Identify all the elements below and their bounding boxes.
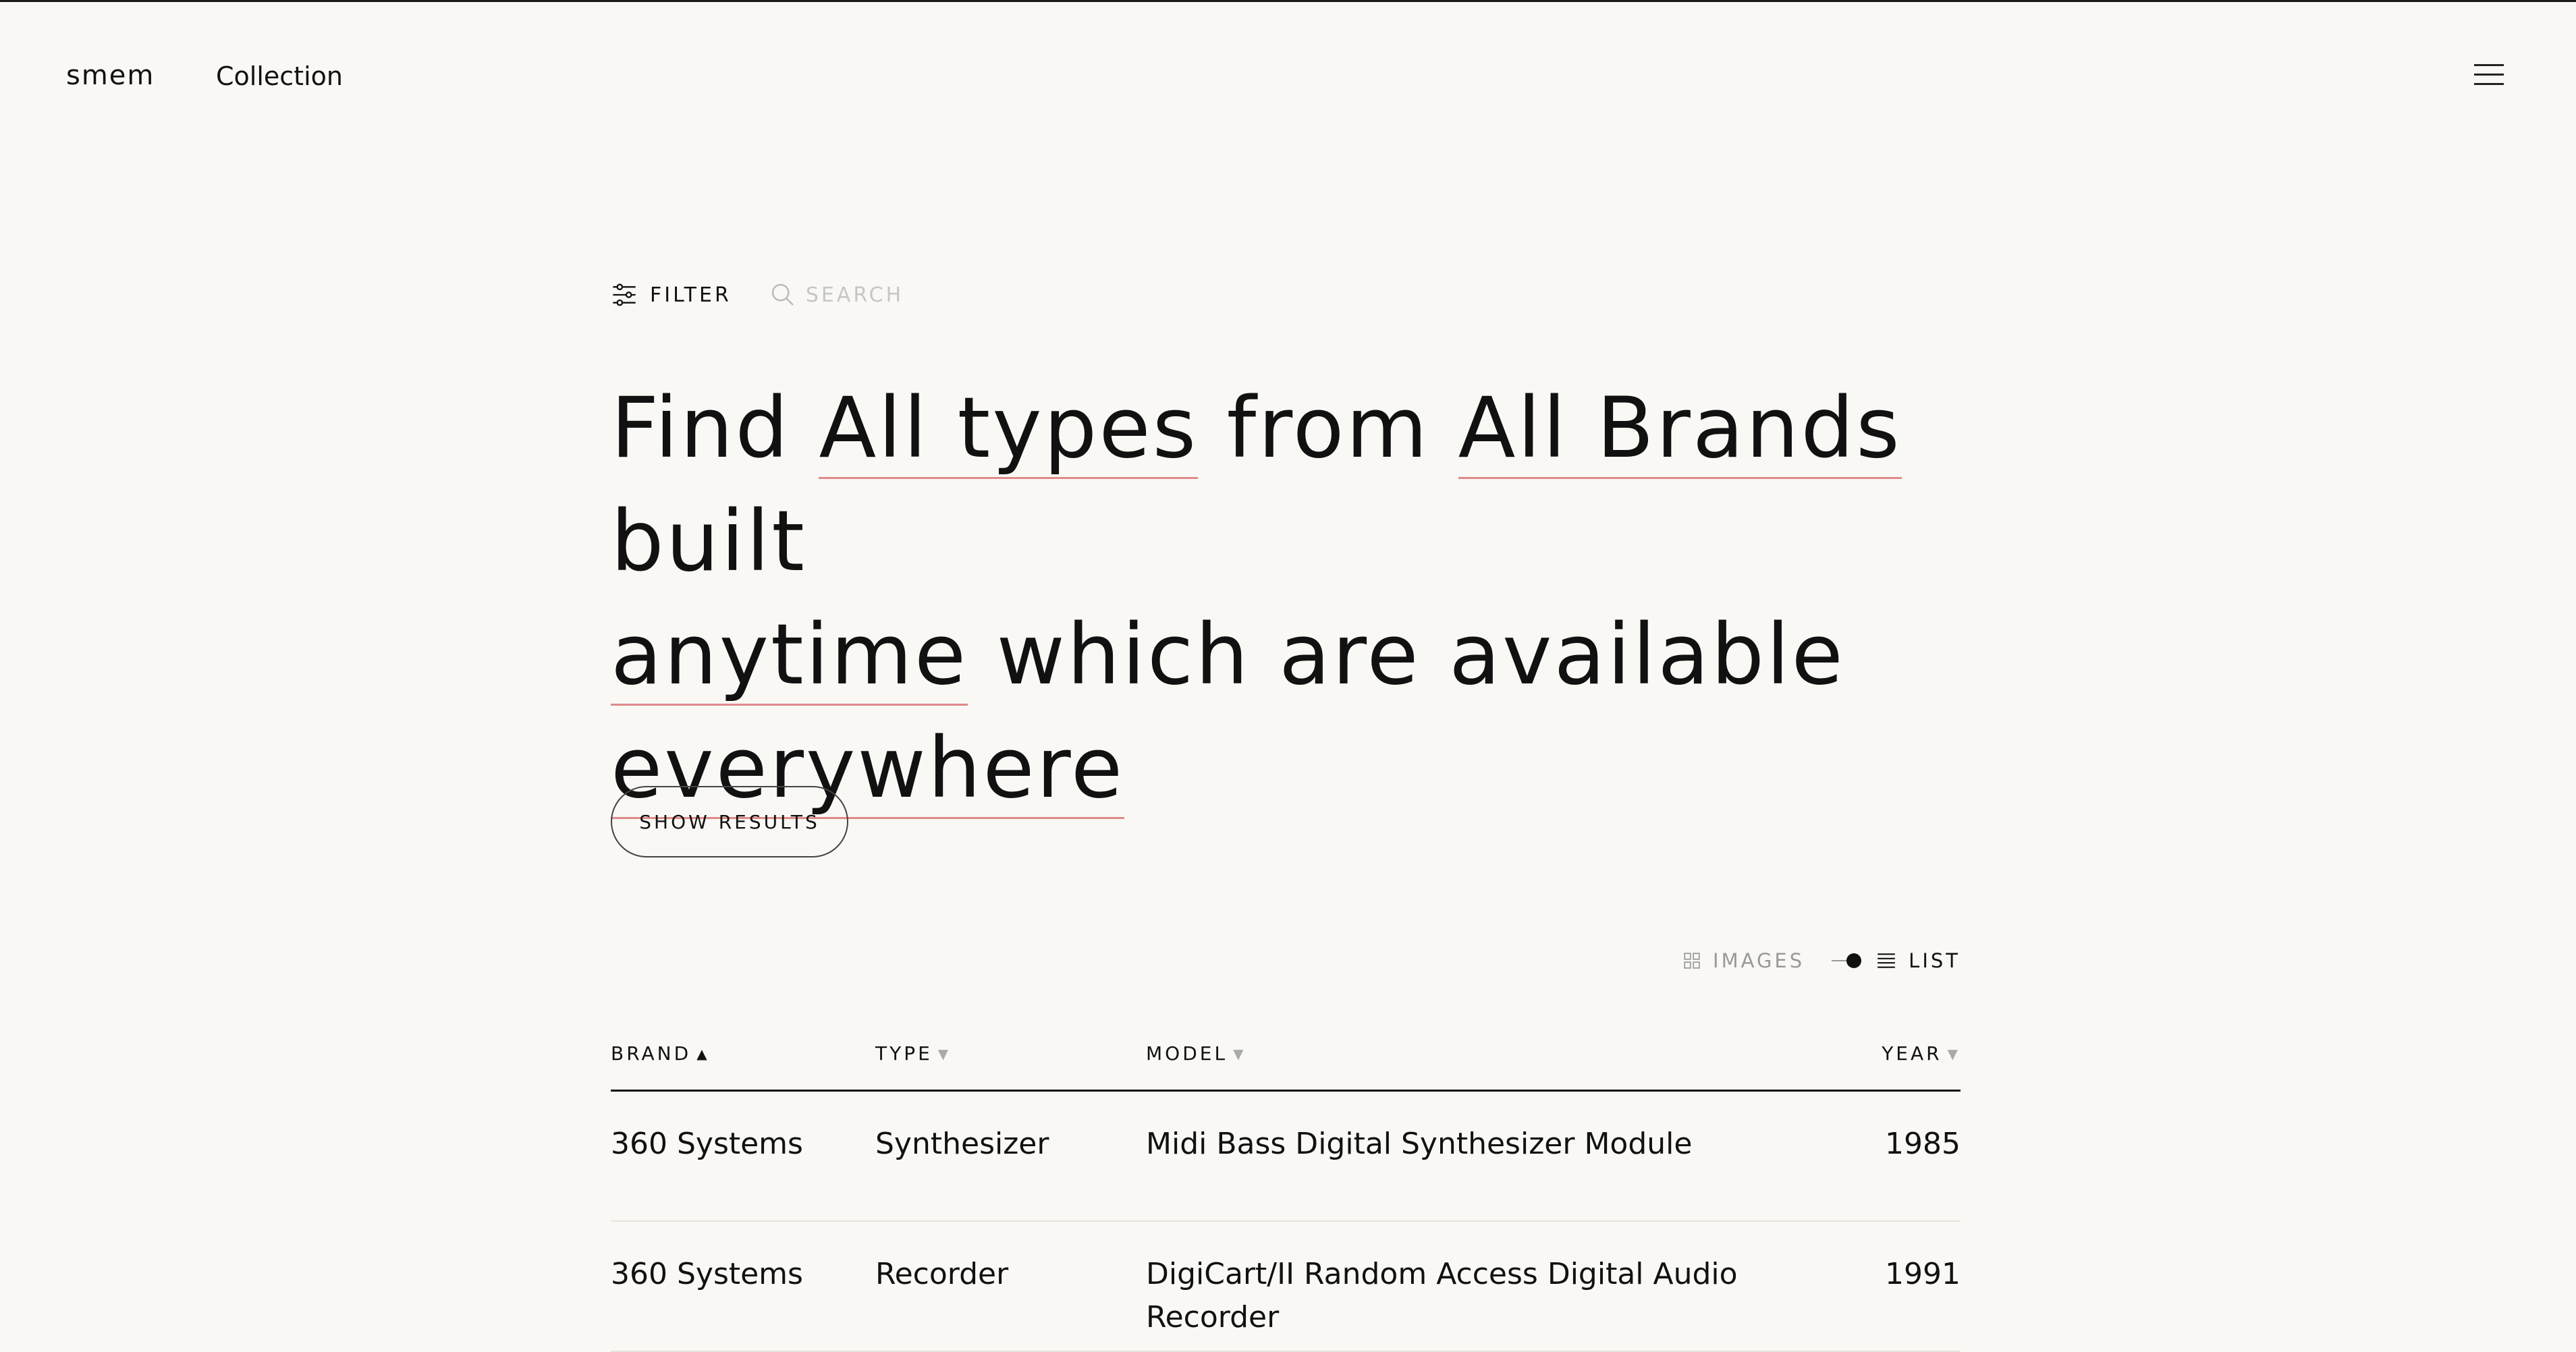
column-header-model-label: MODEL (1146, 1042, 1228, 1065)
cell-model: Midi Bass Digital Synthesizer Module (1146, 1127, 1693, 1161)
column-header-brand[interactable]: BRAND ▲ (611, 1040, 875, 1068)
cell-year: 1985 (1885, 1127, 1961, 1161)
column-header-type-label: TYPE (875, 1042, 933, 1065)
sliders-icon (613, 283, 636, 306)
filter-sentence: Find All types from All Brands built anyt… (611, 372, 1961, 825)
cell-type: Recorder (875, 1257, 1009, 1291)
headline-word-find: Find (611, 380, 791, 477)
sort-desc-icon: ▼ (1947, 1046, 1961, 1062)
type-filter-link[interactable]: All types (819, 380, 1199, 479)
headline-word-from: from (1226, 380, 1430, 477)
search-box[interactable] (769, 281, 1008, 308)
filter-label: FILTER (650, 283, 732, 307)
table-row[interactable]: 360 Systems Recorder DigiCart/II Random … (611, 1222, 1961, 1352)
table-header: BRAND ▲ TYPE ▼ MODEL ▼ YEAR ▼ (611, 1040, 1961, 1092)
logo[interactable]: smem (66, 60, 155, 91)
table-row[interactable]: 360 Systems Synthesizer Midi Bass Digita… (611, 1092, 1961, 1222)
nav-collection-link[interactable]: Collection (216, 61, 343, 91)
column-header-type[interactable]: TYPE ▼ (875, 1040, 1146, 1068)
column-header-model[interactable]: MODEL ▼ (1146, 1040, 1753, 1068)
sort-asc-icon: ▲ (696, 1046, 710, 1062)
year-filter-link[interactable]: anytime (611, 607, 968, 706)
images-view-label: IMAGES (1713, 949, 1805, 972)
grid-icon (1684, 953, 1700, 969)
brand-filter-link[interactable]: All Brands (1458, 380, 1902, 479)
column-header-year-label: YEAR (1882, 1042, 1942, 1065)
sort-desc-icon: ▼ (1233, 1046, 1246, 1062)
headline-word-built: built (611, 493, 806, 590)
headline-word-which: which are available (996, 607, 1845, 704)
view-toggle-switch[interactable] (1832, 953, 1862, 969)
images-view-button[interactable]: IMAGES (1683, 949, 1805, 972)
cell-model: DigiCart/II Random Access Digital Audio … (1146, 1257, 1738, 1334)
hamburger-menu-icon[interactable] (2474, 64, 2504, 91)
list-view-label: LIST (1909, 949, 1961, 972)
toolbar: FILTER (611, 279, 1008, 311)
cell-brand: 360 Systems (611, 1257, 803, 1291)
search-input[interactable] (805, 283, 1008, 307)
cell-brand: 360 Systems (611, 1127, 803, 1161)
list-view-button[interactable]: LIST (1876, 949, 1961, 972)
cell-type: Synthesizer (875, 1127, 1049, 1161)
results-table: BRAND ▲ TYPE ▼ MODEL ▼ YEAR ▼ 360 System… (611, 1040, 1961, 1352)
column-header-brand-label: BRAND (611, 1042, 692, 1065)
show-results-button[interactable]: SHOW RESULTS (611, 786, 848, 857)
search-icon (771, 283, 794, 306)
cell-year: 1991 (1885, 1257, 1961, 1291)
column-header-year[interactable]: YEAR ▼ (1753, 1040, 1961, 1068)
list-icon (1878, 953, 1896, 968)
filter-button[interactable]: FILTER (611, 281, 732, 308)
view-toggle: IMAGES LIST (1683, 949, 1961, 972)
sort-desc-icon: ▼ (937, 1046, 952, 1062)
